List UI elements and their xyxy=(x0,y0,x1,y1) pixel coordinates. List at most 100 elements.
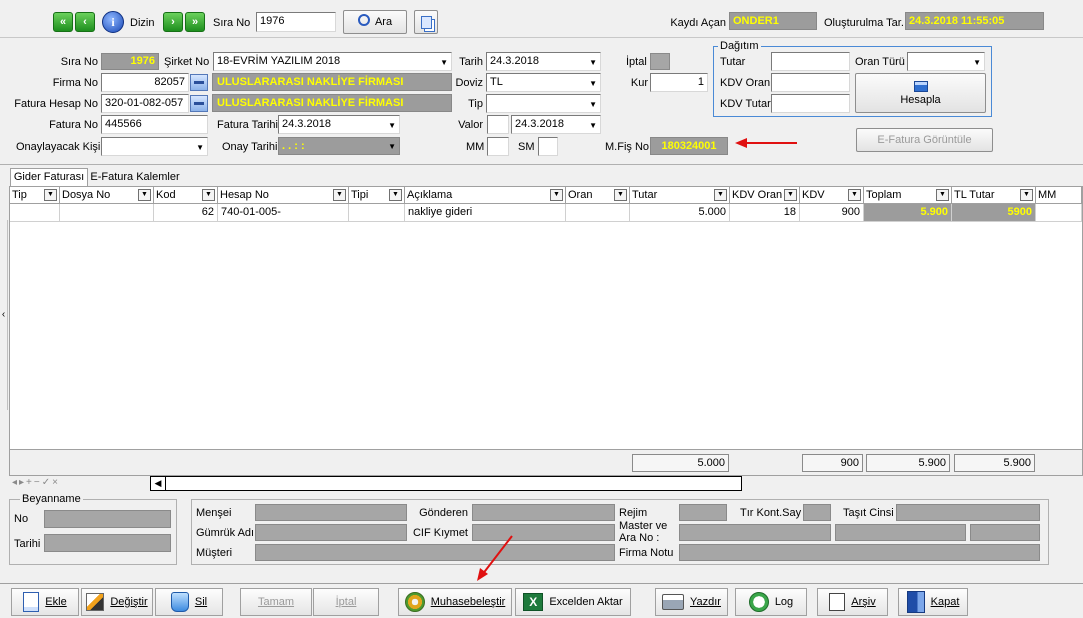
kapat-button[interactable]: Kapat xyxy=(898,588,968,616)
cell-hesap-no[interactable]: 740-01-005- xyxy=(218,204,349,221)
chevron-down-icon[interactable]: ▼ xyxy=(550,189,563,201)
col-header-tipi[interactable]: Tipi ▼ xyxy=(349,187,405,204)
record-navigator[interactable]: ◂▸+−✓× xyxy=(9,476,149,490)
doviz-select[interactable]: TL xyxy=(486,73,601,92)
calculator-icon xyxy=(913,80,928,92)
log-button[interactable]: Log xyxy=(735,588,807,616)
valor-picker[interactable]: 24.3.2018 xyxy=(511,115,601,134)
firma-no-input[interactable]: 82057 xyxy=(101,73,189,92)
cell-tipi[interactable] xyxy=(349,204,405,221)
chevron-down-icon[interactable]: ▼ xyxy=(202,189,215,201)
cell-kod[interactable]: 62 xyxy=(154,204,218,221)
table-row[interactable]: 62 740-01-005- nakliye gideri 5.000 18 9… xyxy=(10,204,1082,222)
cell-dosya-no[interactable] xyxy=(60,204,154,221)
cell-tip[interactable] xyxy=(10,204,60,221)
col-header-label: TL Tutar xyxy=(954,189,995,201)
tamam-button[interactable]: Tamam xyxy=(240,588,312,616)
hesap-lookup-icon[interactable] xyxy=(190,95,208,112)
col-header-label: KDV Oran xyxy=(732,189,783,201)
chevron-down-icon[interactable]: ▼ xyxy=(614,189,627,201)
info-icon[interactable]: i xyxy=(102,11,124,33)
tab-gider-faturasi[interactable]: Gider Faturası xyxy=(10,168,88,186)
ekle-button[interactable]: Ekle xyxy=(11,588,79,616)
chevron-down-icon[interactable]: ▼ xyxy=(936,189,949,201)
scroll-left-icon[interactable]: ◀ xyxy=(151,477,166,490)
yazdir-button[interactable]: Yazdır xyxy=(655,588,728,616)
cell-kdv[interactable]: 900 xyxy=(800,204,864,221)
tarih-picker[interactable]: 24.3.2018 xyxy=(486,52,601,71)
fatura-tarihi-picker[interactable]: 24.3.2018 xyxy=(278,115,400,134)
tab-efatura-kalemler[interactable]: E-Fatura Kalemler xyxy=(89,169,181,186)
splitter-handle[interactable]: ‹ xyxy=(0,220,8,410)
mfis-value: 180324001 xyxy=(650,137,728,155)
fatura-hesap-name: ULUSLARARASI NAKLİYE FİRMASI xyxy=(212,94,452,112)
sirket-select[interactable]: 18-EVRİM YAZILIM 2018 xyxy=(213,52,452,71)
col-header-kdv[interactable]: KDV ▼ xyxy=(800,187,864,204)
beyanname-tarihi-field xyxy=(44,534,171,552)
search-button[interactable]: Ara xyxy=(343,10,407,34)
cif-label: CIF Kıymet xyxy=(412,527,468,539)
toolbar-sira-label: Sıra No xyxy=(213,17,251,29)
oran-turu-select[interactable] xyxy=(907,52,985,71)
olusturma-value: 24.3.2018 11:55:05 xyxy=(905,12,1044,30)
col-header-kod[interactable]: Kod ▼ xyxy=(154,187,218,204)
excelden-aktar-button[interactable]: X Excelden Aktar xyxy=(515,588,631,616)
firma-lookup-icon[interactable] xyxy=(190,74,208,91)
onaylayacak-select[interactable] xyxy=(101,137,208,156)
iptal-field[interactable] xyxy=(650,53,670,70)
chevron-down-icon[interactable]: ▼ xyxy=(714,189,727,201)
kdv-oran-input[interactable] xyxy=(771,73,850,92)
degistir-button[interactable]: Değiştir xyxy=(81,588,153,616)
iptal-button[interactable]: İptal xyxy=(313,588,379,616)
muhasebelestir-button[interactable]: Muhasebeleştir xyxy=(398,588,512,616)
kdv-tutar-input[interactable] xyxy=(771,94,850,113)
col-header-mm[interactable]: MM xyxy=(1036,187,1082,204)
col-header-tip[interactable]: Tip ▼ xyxy=(10,187,60,204)
nav-prev-button[interactable]: ‹ xyxy=(75,12,95,32)
col-header-aciklama[interactable]: Açıklama ▼ xyxy=(405,187,566,204)
cell-aciklama[interactable]: nakliye gideri xyxy=(405,204,566,221)
cell-kdv-oran[interactable]: 18 xyxy=(730,204,800,221)
col-header-toplam[interactable]: Toplam ▼ xyxy=(864,187,952,204)
nav-next-button[interactable]: › xyxy=(163,12,183,32)
search-button-label: Ara xyxy=(374,16,393,28)
col-header-label: MM xyxy=(1038,189,1057,201)
col-header-oran[interactable]: Oran ▼ xyxy=(566,187,630,204)
cell-tutar[interactable]: 5.000 xyxy=(630,204,730,221)
toolbar-sira-input[interactable]: 1976 xyxy=(256,12,336,32)
hesapla-button[interactable]: Hesapla xyxy=(855,73,986,113)
horizontal-scrollbar[interactable]: ◀ xyxy=(150,476,742,491)
sm-checkbox[interactable] xyxy=(538,137,558,156)
chevron-down-icon[interactable]: ▼ xyxy=(333,189,346,201)
col-header-tl-tutar[interactable]: TL Tutar ▼ xyxy=(952,187,1036,204)
chevron-down-icon[interactable]: ▼ xyxy=(389,189,402,201)
fatura-hesap-input[interactable]: 320-01-082-057 xyxy=(101,94,189,113)
cell-mm[interactable] xyxy=(1036,204,1082,221)
chevron-down-icon[interactable]: ▼ xyxy=(138,189,151,201)
col-header-dosya-no[interactable]: Dosya No ▼ xyxy=(60,187,154,204)
col-header-kdv-oran[interactable]: KDV Oran ▼ xyxy=(730,187,800,204)
chevron-down-icon[interactable]: ▼ xyxy=(848,189,861,201)
nav-first-button[interactable]: « xyxy=(53,12,73,32)
kur-input[interactable]: 1 xyxy=(650,73,708,92)
cell-oran[interactable] xyxy=(566,204,630,221)
gonderen-label: Gönderen xyxy=(419,507,468,519)
onay-tarihi-picker[interactable]: . . : : xyxy=(278,137,400,155)
nav-last-button[interactable]: » xyxy=(185,12,205,32)
copy-button[interactable] xyxy=(414,10,438,34)
chevron-down-icon[interactable]: ▼ xyxy=(1020,189,1033,201)
sil-button[interactable]: Sil xyxy=(155,588,223,616)
col-header-tutar[interactable]: Tutar ▼ xyxy=(630,187,730,204)
kur-label: Kur xyxy=(630,77,648,89)
efatura-button[interactable]: E-Fatura Görüntüle xyxy=(856,128,993,152)
chevron-down-icon[interactable]: ▼ xyxy=(44,189,57,201)
chevron-down-icon[interactable]: ▼ xyxy=(784,189,797,201)
mm-checkbox[interactable] xyxy=(487,137,509,156)
col-header-hesap-no[interactable]: Hesap No ▼ xyxy=(218,187,349,204)
dizin-label[interactable]: Dizin xyxy=(130,16,154,30)
fatura-no-input[interactable]: 445566 xyxy=(101,115,208,134)
dagitim-tutar-input[interactable] xyxy=(771,52,850,71)
arsiv-button[interactable]: Arşiv xyxy=(817,588,888,616)
tip-select[interactable] xyxy=(486,94,601,113)
valor-days-input[interactable] xyxy=(487,115,509,134)
